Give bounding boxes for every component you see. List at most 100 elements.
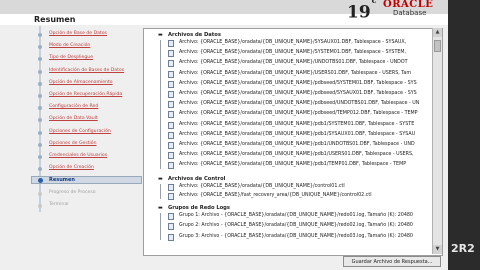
file-icon — [168, 40, 174, 47]
tree-item-label: Archivo: {ORACLE_BASE}/oradata/{DB_UNIQU… — [179, 80, 417, 86]
step-indicator-icon — [38, 118, 42, 123]
corner-text: 2R2 — [451, 242, 475, 255]
step-label: Resumen — [49, 177, 75, 184]
step-indicator-icon — [38, 178, 43, 184]
header: Resumen — [0, 14, 448, 25]
step-label: Modo de Creación — [49, 43, 91, 49]
step-item[interactable]: Opción de Base de Datos — [0, 30, 136, 40]
scroll-thumb[interactable] — [434, 40, 441, 52]
step-item[interactable]: Opción de Recuperación Rápida — [0, 91, 136, 101]
file-icon — [168, 212, 174, 220]
file-icon — [168, 193, 174, 201]
tree-group-label: Grupos de Redo Logs — [168, 204, 230, 211]
title-bar — [0, 0, 448, 15]
tree-item-label: Archivo: {ORACLE_BASE}/oradata/{DB_UNIQU… — [179, 131, 416, 137]
tree-item-label: Archivo: {ORACLE_BASE}/oradata/{DB_UNIQU… — [179, 70, 412, 76]
vertical-scrollbar[interactable]: ▲ ▼ — [432, 28, 442, 254]
step-item[interactable]: Opción de Data Vault — [0, 115, 136, 125]
file-icon — [168, 60, 174, 68]
collapse-toggle-icon[interactable]: ▬ — [158, 32, 163, 38]
collapse-toggle-icon[interactable]: ▬ — [158, 205, 163, 211]
step-indicator-icon — [38, 45, 42, 50]
collapse-toggle-icon[interactable]: ▬ — [158, 176, 163, 182]
brand-product: Database — [393, 9, 427, 17]
file-icon — [168, 233, 174, 241]
step-item[interactable]: Tipo de Despliegue — [0, 54, 136, 64]
background-edge — [448, 0, 480, 270]
step-item[interactable]: Configuración de Red — [0, 103, 136, 113]
scroll-up-arrow-icon[interactable]: ▲ — [433, 28, 442, 37]
file-icon — [168, 142, 174, 149]
file-icon — [168, 111, 174, 119]
steps-sidebar: Opción de Base de Datos Modo de Creación T… — [0, 26, 142, 270]
step-label: Identificación de Bases de Datos — [49, 67, 125, 73]
tree-item-label: Grupo 2: Archivo - {ORACLE_BASE}/oradata… — [179, 223, 413, 229]
step-label: Opciones de Configuración — [49, 128, 111, 134]
save-response-file-button[interactable]: Guardar Archivo de Respuesta... — [343, 256, 441, 267]
step-indicator-icon — [38, 33, 42, 37]
tree-item-label: Archivo: {ORACLE_BASE}/oradata/{DB_UNIQU… — [179, 152, 414, 158]
step-indicator-icon — [38, 130, 42, 135]
tree-item-label: Archivo: {ORACLE_BASE}/oradata/{DB_UNIQU… — [179, 183, 345, 189]
step-label: Tipo de Despliegue — [49, 55, 94, 61]
file-icon — [168, 50, 174, 58]
tree-group-label: Archivos de Datos — [168, 32, 221, 38]
step-indicator-icon — [38, 142, 42, 147]
step-label: Opción de Data Vault — [49, 116, 98, 122]
tree-item-label: Archivo: {ORACLE_BASE}/oradata/{DB_UNIQU… — [179, 121, 415, 127]
step-item[interactable]: Opción de Almacenamiento — [0, 79, 136, 89]
tree-item-label: Grupo 3: Archivo - {ORACLE_BASE}/oradata… — [179, 233, 413, 239]
step-indicator-icon — [38, 203, 42, 208]
tree-item-label: Archivo: {ORACLE_BASE}/fast_recovery_are… — [179, 193, 372, 199]
summary-tree: ▬ Archivos de Datos Archivo: {ORACLE_BASE}… — [143, 28, 443, 256]
step-item[interactable]: Opción de Creación — [0, 164, 136, 174]
step-indicator-icon — [38, 167, 42, 172]
installer-window: Resumen 19c ORACLE Database Opción de Ba… — [0, 0, 448, 270]
file-icon — [168, 91, 174, 98]
file-icon — [168, 80, 174, 88]
tree-item-label: Archivo: {ORACLE_BASE}/oradata/{DB_UNIQU… — [179, 40, 407, 45]
step-label: Opciones de Gestión — [49, 140, 97, 146]
file-icon — [168, 70, 174, 78]
step-indicator-icon — [38, 69, 42, 74]
step-indicator-icon — [38, 155, 42, 159]
file-icon — [168, 131, 174, 139]
file-icon — [168, 152, 174, 160]
step-label: Opción de Almacenamiento — [49, 79, 113, 85]
step-indicator-icon — [38, 94, 42, 98]
step-item: Terminar — [0, 201, 136, 211]
file-icon — [168, 121, 174, 129]
brand-version: 19c — [347, 0, 377, 22]
step-item[interactable]: Opciones de Gestión — [0, 140, 136, 150]
step-label: Opción de Recuperación Rápida — [49, 92, 123, 97]
tree-item-label: Archivo: {ORACLE_BASE}/oradata/{DB_UNIQU… — [179, 60, 408, 66]
brand-version-suffix: c — [371, 0, 377, 5]
file-icon — [168, 101, 174, 109]
tree-connector — [160, 212, 161, 241]
scroll-down-arrow-icon[interactable]: ▼ — [433, 245, 442, 254]
step-label: Progreso de Proceso — [49, 189, 96, 195]
step-item[interactable]: Opciones de Configuración — [0, 128, 136, 138]
page-title: Resumen — [34, 15, 76, 24]
step-item[interactable]: Identificación de Bases de Datos — [0, 67, 136, 77]
tree-connector — [160, 40, 161, 169]
step-item: Progreso de Proceso — [0, 189, 136, 199]
step-indicator-icon — [38, 106, 42, 111]
tree-item-label: Grupo 1: Archivo - {ORACLE_BASE}/oradata… — [179, 212, 413, 218]
step-item[interactable]: Credenciales de Usuarios — [0, 152, 136, 162]
tree-item-label: Archivo: {ORACLE_BASE}/oradata/{DB_UNIQU… — [179, 111, 418, 117]
step-label: Opción de Creación — [49, 165, 94, 171]
file-icon — [168, 162, 174, 170]
tree-item-label: Archivo: {ORACLE_BASE}/oradata/{DB_UNIQU… — [179, 50, 407, 56]
tree-item-label: Archivo: {ORACLE_BASE}/oradata/{DB_UNIQU… — [179, 101, 420, 107]
step-item[interactable]: Modo de Creación — [0, 42, 136, 52]
file-icon — [168, 183, 174, 191]
step-label: Terminar — [49, 201, 70, 207]
step-indicator-icon — [38, 191, 42, 196]
step-indicator-icon — [38, 57, 42, 62]
step-label: Configuración de Red — [49, 104, 99, 110]
step-item: Resumen — [31, 176, 142, 185]
tree-item-label: Archivo: {ORACLE_BASE}/oradata/{DB_UNIQU… — [179, 91, 417, 96]
tree-group-label: Archivos de Control — [168, 175, 226, 182]
tree-item-label: Archivo: {ORACLE_BASE}/oradata/{DB_UNIQU… — [179, 142, 415, 147]
